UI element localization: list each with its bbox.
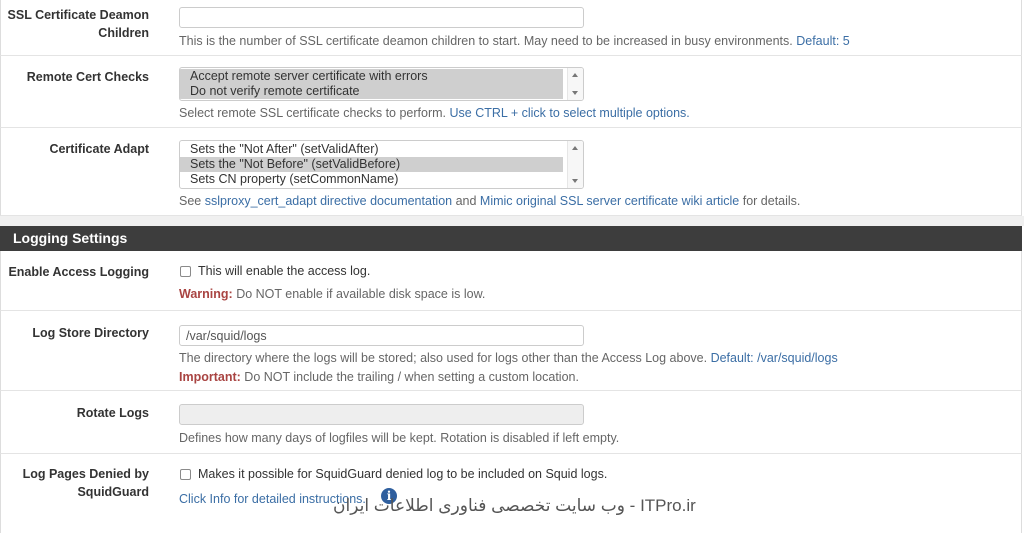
cert-adapt-help: See sslproxy_cert_adapt directive docume… (179, 193, 800, 209)
important-label: Important: (179, 370, 241, 384)
ssl-children-help-text: This is the number of SSL certificate de… (179, 34, 793, 48)
scroll-up-icon[interactable] (572, 146, 578, 150)
remote-cert-help: Select remote SSL certificate checks to … (179, 105, 690, 121)
row-ssl-children: SSL Certificate Deamon Children This is … (0, 0, 1022, 56)
log-store-dir-help: The directory where the logs will be sto… (179, 350, 838, 366)
warning-label: Warning: (179, 287, 233, 301)
cert-adapt-select[interactable]: Sets the "Not After" (setValidAfter) Set… (179, 140, 584, 189)
scroll-down-icon[interactable] (572, 91, 578, 95)
remote-cert-option-no-verify[interactable]: Do not verify remote certificate (180, 84, 563, 99)
remote-cert-select[interactable]: Accept remote server certificate with er… (179, 67, 584, 101)
row-squidguard: Log Pages Denied by SquidGuard Makes it … (0, 454, 1022, 533)
row-cert-adapt: Certificate Adapt Sets the "Not After" (… (0, 128, 1022, 216)
cert-adapt-wiki-link[interactable]: Mimic original SSL server certificate wi… (480, 194, 739, 208)
ssl-children-help: This is the number of SSL certificate de… (179, 33, 850, 49)
cert-adapt-option-not-before[interactable]: Sets the "Not Before" (setValidBefore) (180, 157, 563, 172)
cert-adapt-label: Certificate Adapt (49, 142, 149, 156)
scroll-up-icon[interactable] (572, 73, 578, 77)
warning-text: Do NOT enable if available disk space is… (236, 287, 486, 301)
cert-adapt-doc-link[interactable]: sslproxy_cert_adapt directive documentat… (205, 194, 452, 208)
ssl-children-input[interactable] (179, 7, 584, 28)
cert-adapt-scrollbar[interactable] (567, 141, 583, 188)
access-logging-checkbox-text: This will enable the access log. (198, 264, 371, 278)
squidguard-checkbox[interactable] (180, 469, 191, 480)
logging-section-title: Logging Settings (0, 226, 1022, 251)
access-logging-checkbox[interactable] (180, 266, 191, 277)
squidguard-checkbox-text: Makes it possible for SquidGuard denied … (198, 467, 608, 481)
row-remote-cert: Remote Cert Checks Accept remote server … (0, 56, 1022, 128)
row-log-store-dir: Log Store Directory The directory where … (0, 311, 1022, 391)
rotate-logs-input[interactable] (179, 404, 584, 425)
remote-cert-option-accept-errors[interactable]: Accept remote server certificate with er… (180, 69, 563, 84)
log-store-dir-label: Log Store Directory (32, 326, 149, 340)
ssl-children-label-line1: SSL Certificate Deamon (7, 8, 149, 22)
section-gap (0, 216, 1024, 226)
important-text: Do NOT include the trailing / when setti… (244, 370, 579, 384)
access-logging-label: Enable Access Logging (8, 265, 149, 279)
row-access-logging: Enable Access Logging This will enable t… (0, 251, 1022, 311)
cert-adapt-option-not-after[interactable]: Sets the "Not After" (setValidAfter) (180, 142, 563, 157)
cert-adapt-help-mid: and (455, 194, 477, 208)
cert-adapt-help-suffix: for details. (742, 194, 801, 208)
ssl-children-label-line2: Children (98, 26, 149, 40)
remote-cert-label: Remote Cert Checks (26, 70, 149, 84)
log-store-dir-important: Important: Do NOT include the trailing /… (179, 369, 579, 385)
ssl-children-default-link[interactable]: Default: 5 (796, 34, 850, 48)
watermark-text: ITPro.ir - وب سایت تخصصی فناوری اطلاعات … (333, 496, 696, 515)
cert-adapt-help-prefix: See (179, 194, 202, 208)
squidguard-label: Log Pages Denied by SquidGuard (0, 465, 149, 501)
ssl-children-label: SSL Certificate Deamon Children (0, 6, 149, 42)
rotate-logs-help: Defines how many days of logfiles will b… (179, 431, 620, 445)
log-store-dir-help-text: The directory where the logs will be sto… (179, 351, 708, 365)
squidguard-label-line1: Log Pages Denied by (22, 467, 149, 481)
log-store-dir-input[interactable] (179, 325, 584, 346)
remote-cert-help-text: Select remote SSL certificate checks to … (179, 106, 447, 120)
access-logging-warning: Warning: Do NOT enable if available disk… (179, 286, 485, 302)
row-rotate-logs: Rotate Logs Defines how many days of log… (0, 391, 1022, 454)
log-store-dir-default-link[interactable]: Default: /var/squid/logs (711, 351, 838, 365)
scroll-down-icon[interactable] (572, 179, 578, 183)
rotate-logs-label: Rotate Logs (76, 406, 149, 420)
remote-cert-scrollbar[interactable] (567, 68, 583, 100)
cert-adapt-option-cn[interactable]: Sets CN property (setCommonName) (180, 172, 563, 187)
remote-cert-help-link[interactable]: Use CTRL + click to select multiple opti… (450, 106, 690, 120)
squidguard-label-line2: SquidGuard (77, 485, 149, 499)
